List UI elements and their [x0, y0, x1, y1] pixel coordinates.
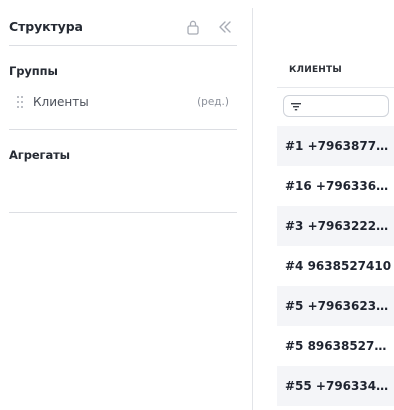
table-row[interactable]: #3 +79632227788	[277, 206, 394, 246]
aggregates-divider	[9, 212, 237, 213]
edit-link[interactable]: (ред.)	[197, 95, 229, 110]
drag-handle-icon[interactable]	[17, 96, 23, 108]
structure-panel: Структура Группы Клиенты (ред.) Агрегаты	[0, 0, 246, 410]
table-row[interactable]: #5 89638527410	[277, 326, 394, 366]
groups-title: Группы	[9, 64, 58, 78]
table-row[interactable]: #5 +79636237789	[277, 286, 394, 326]
groups-divider	[9, 129, 237, 130]
header-divider	[9, 45, 237, 46]
lock-icon[interactable]	[186, 19, 200, 35]
table-row[interactable]: #4 9638527410	[277, 246, 394, 286]
panel-title: Структура	[9, 19, 83, 34]
panel-header: Структура	[9, 18, 237, 38]
collapse-left-icon[interactable]	[217, 19, 233, 35]
clients-table: КЛИЕНТЫ #1 +79638777410 #16 +79633684459…	[277, 60, 394, 410]
aggregates-title: Агрегаты	[9, 148, 70, 162]
panel-separator	[252, 8, 253, 410]
table-row[interactable]: #1 +79638777410	[277, 126, 394, 166]
table-row[interactable]: #16 +79633684459	[277, 166, 394, 206]
column-filter-input[interactable]	[283, 95, 389, 117]
table-row[interactable]: #55 +79633451122	[277, 366, 394, 406]
table-rows: #1 +79638777410 #16 +79633684459 #3 +796…	[277, 126, 394, 406]
column-header-clients[interactable]: КЛИЕНТЫ	[289, 63, 342, 77]
group-item-label: Клиенты	[33, 95, 89, 109]
header-divider-line	[277, 87, 394, 88]
filter-icon	[291, 103, 301, 111]
group-item-clients[interactable]: Клиенты (ред.)	[9, 93, 237, 113]
